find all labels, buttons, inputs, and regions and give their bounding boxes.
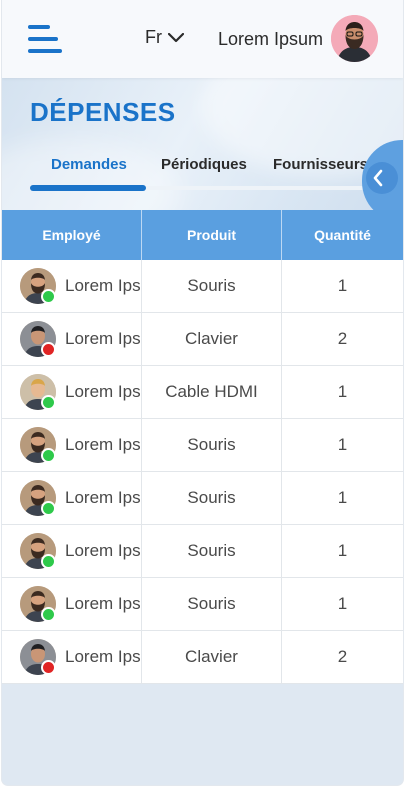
table-row[interactable]: Lorem IpsumClavier 2 xyxy=(2,313,403,366)
status-indicator xyxy=(41,289,56,304)
cell-product: Clavier xyxy=(142,631,282,683)
status-indicator xyxy=(41,554,56,569)
status-indicator xyxy=(41,607,56,622)
column-header-quantity[interactable]: Quantité xyxy=(282,210,403,260)
hamburger-icon[interactable] xyxy=(28,23,62,55)
employee-avatar xyxy=(20,533,56,569)
employee-name: Lorem Ipsum xyxy=(65,435,141,454)
top-header: Fr Lorem Ipsum xyxy=(2,0,403,78)
table-body: Lorem IpsumSouris1Lorem IpsumClavier2Lor… xyxy=(2,260,403,684)
cell-employee: Lorem Ipsum xyxy=(2,419,142,471)
tab-fournisseurs[interactable]: Fournisseurs xyxy=(273,156,368,173)
language-label: Fr xyxy=(145,27,162,47)
employee-name: Lorem Ipsum xyxy=(65,594,141,613)
employee-name: Lorem Ipsum xyxy=(65,329,141,348)
cell-product: Clavier xyxy=(142,313,282,365)
cell-quantity: 1 xyxy=(337,276,348,295)
status-indicator xyxy=(41,501,56,516)
employee-avatar xyxy=(20,586,56,622)
column-header-product[interactable]: Produit xyxy=(142,210,282,260)
status-indicator xyxy=(41,342,56,357)
employee-avatar xyxy=(20,480,56,516)
page-title: DÉPENSES xyxy=(30,97,176,127)
cell-product: Souris xyxy=(142,260,282,312)
cell-employee: Lorem Ipsum xyxy=(2,578,142,630)
employee-avatar xyxy=(20,374,56,410)
tab-demandes[interactable]: Demandes xyxy=(51,156,127,173)
tab-bar: Demandes Périodiques Fournisseurs xyxy=(2,156,403,196)
employee-name: Lorem Ipsum xyxy=(65,382,141,401)
table-row[interactable]: Lorem IpsumClavier 2 xyxy=(2,631,403,684)
page-hero: DÉPENSES Demandes Périodiques Fournisseu… xyxy=(2,78,403,210)
employee-avatar xyxy=(20,321,56,357)
column-header-employee[interactable]: Employé xyxy=(2,210,142,260)
cell-product: Souris xyxy=(142,525,282,577)
employee-avatar xyxy=(20,639,56,675)
cell-product: Souris xyxy=(142,578,282,630)
cell-employee: Lorem Ipsum xyxy=(2,631,142,683)
employee-name: Lorem Ipsum xyxy=(65,541,141,560)
status-indicator xyxy=(41,395,56,410)
cell-employee: Lorem Ipsum xyxy=(2,260,142,312)
table-row[interactable]: Lorem IpsumCable HDMI 1 xyxy=(2,366,403,419)
employee-avatar xyxy=(20,268,56,304)
cell-employee: Lorem Ipsum xyxy=(2,525,142,577)
employee-avatar xyxy=(20,427,56,463)
cell-quantity: 2 xyxy=(337,329,348,348)
cell-employee: Lorem Ipsum xyxy=(2,366,142,418)
cell-quantity: 2 xyxy=(337,647,348,666)
employee-name: Lorem Ipsum xyxy=(65,488,141,507)
table-row[interactable]: Lorem IpsumSouris 1 xyxy=(2,419,403,472)
cell-employee: Lorem Ipsum xyxy=(2,472,142,524)
cell-employee: Lorem Ipsum xyxy=(2,313,142,365)
employee-name: Lorem Ipsum xyxy=(65,647,141,666)
expenses-table: Employé Produit Quantité Lorem IpsumSour… xyxy=(2,210,403,684)
chevron-down-icon xyxy=(168,32,184,42)
table-row[interactable]: Lorem IpsumSouris 1 xyxy=(2,260,403,313)
table-row[interactable]: Lorem IpsumSouris 1 xyxy=(2,525,403,578)
cell-quantity: 1 xyxy=(337,382,348,401)
status-indicator xyxy=(41,660,56,675)
app-frame: Fr Lorem Ipsum DÉPENSES Demandes Périodi… xyxy=(2,0,403,785)
cell-product: Souris xyxy=(142,472,282,524)
language-selector[interactable]: Fr xyxy=(145,27,184,48)
tab-periodiques[interactable]: Périodiques xyxy=(161,156,247,173)
cell-product: Souris xyxy=(142,419,282,471)
cell-quantity: 1 xyxy=(337,435,348,454)
cell-quantity: 1 xyxy=(337,541,348,560)
cell-product: Cable HDMI xyxy=(142,366,282,418)
table-row[interactable]: Lorem IpsumSouris 1 xyxy=(2,472,403,525)
chevron-left-icon xyxy=(373,169,383,187)
tab-active-indicator xyxy=(30,185,146,191)
username-label: Lorem Ipsum xyxy=(218,29,324,49)
cell-quantity: 1 xyxy=(337,594,348,613)
table-header: Employé Produit Quantité xyxy=(2,210,403,260)
status-indicator xyxy=(41,448,56,463)
table-row[interactable]: Lorem IpsumSouris 1 xyxy=(2,578,403,631)
user-avatar[interactable] xyxy=(331,15,378,62)
employee-name: Lorem Ipsum xyxy=(65,276,141,295)
cell-quantity: 1 xyxy=(337,488,348,507)
